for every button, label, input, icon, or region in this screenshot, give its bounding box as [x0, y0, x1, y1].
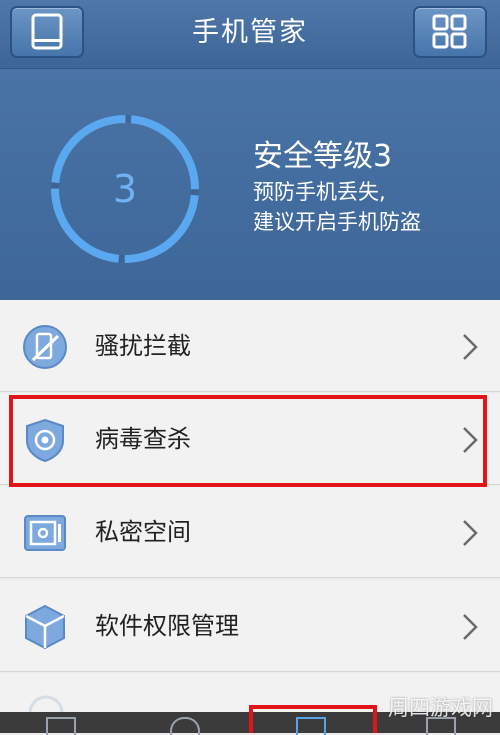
security-advice-line1: 预防手机丢失, — [253, 180, 386, 204]
bottom-tab-highlight — [249, 705, 377, 733]
menu-item-label: 骚扰拦截 — [95, 332, 191, 360]
menu-item-permission-manager[interactable]: 软件权限管理 — [0, 580, 500, 672]
partial-item-icon — [28, 695, 64, 713]
chevron-right-icon — [463, 334, 478, 360]
security-level-title: 安全等级3 — [253, 139, 393, 174]
security-level-number: 3 — [112, 167, 138, 211]
cube-icon — [25, 604, 65, 650]
menu-item-label: 病毒查杀 — [95, 425, 191, 453]
menu-item-label: 软件权限管理 — [95, 612, 239, 640]
menu-item-label: 私密空间 — [95, 518, 191, 546]
watermark-text: 周四游戏网 — [388, 696, 493, 720]
apps-grid-button[interactable] — [413, 6, 487, 58]
security-advice-line2: 建议开启手机防盗 — [253, 210, 421, 234]
grid-icon — [432, 14, 467, 49]
nav-tab-1[interactable] — [46, 717, 76, 735]
menu-item-virus-scan[interactable]: 病毒查杀 — [0, 393, 500, 485]
chevron-right-icon — [463, 427, 478, 453]
shield-target-icon — [26, 418, 64, 463]
app-header: 手机管家 — [0, 0, 500, 69]
menu-item-private-space[interactable]: 私密空间 — [0, 486, 500, 578]
safe-icon — [24, 515, 66, 551]
phone-block-icon — [23, 325, 67, 369]
security-panel: 3 安全等级3 预防手机丢失, 建议开启手机防盗 — [0, 69, 500, 300]
chevron-right-icon — [463, 614, 478, 640]
chevron-right-icon — [463, 520, 478, 546]
menu-item-harassment-block[interactable]: 骚扰拦截 — [0, 300, 500, 392]
